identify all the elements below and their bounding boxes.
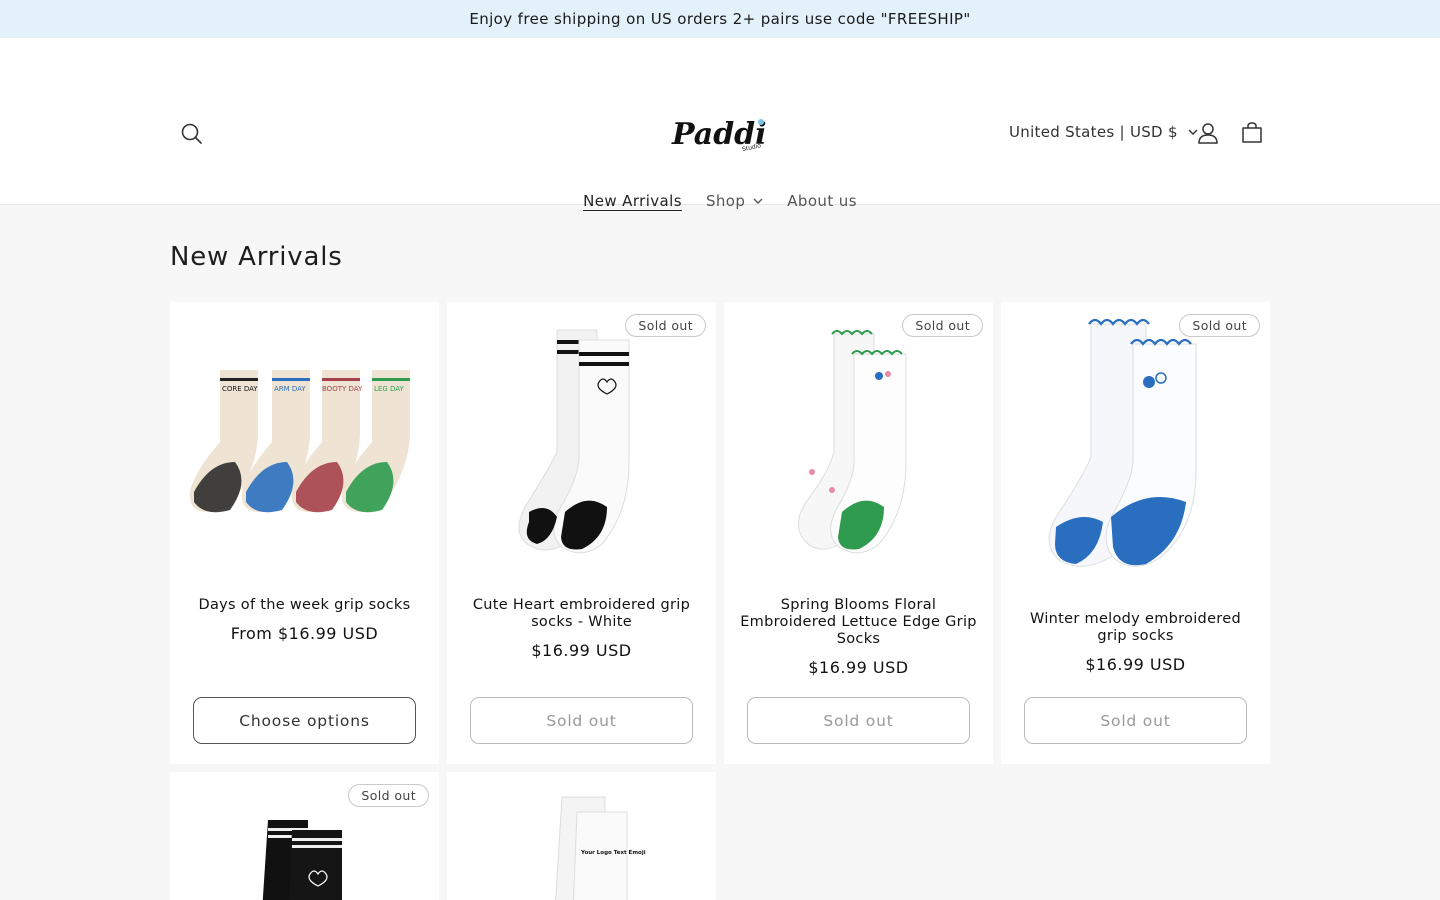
product-price: $16.99 USD xyxy=(531,641,632,660)
choose-options-button[interactable]: Choose options xyxy=(193,697,416,744)
svg-text:ARM DAY: ARM DAY xyxy=(274,385,306,393)
chevron-down-icon xyxy=(753,198,763,204)
product-title[interactable]: Cute Heart embroidered grip socks - Whit… xyxy=(461,597,702,631)
product-image[interactable]: Your Logo Text Emoji xyxy=(457,782,706,900)
product-card[interactable]: CORE DAY ARM DAY BOOTY DAY LEG DAY Days … xyxy=(170,302,439,764)
product-card[interactable]: Sold out Winter melody embroidered grip … xyxy=(1001,302,1270,764)
search-icon[interactable] xyxy=(178,120,206,148)
sold-out-button[interactable]: Sold out xyxy=(747,697,970,744)
product-card[interactable]: Your Logo Text Emoji xyxy=(447,772,716,900)
locale-label: United States | USD $ xyxy=(1009,123,1178,141)
product-card[interactable]: Sold out xyxy=(170,772,439,900)
main-nav: New Arrivals Shop About us xyxy=(0,192,1440,210)
product-title[interactable]: Winter melody embroidered grip socks xyxy=(1015,611,1256,645)
sold-out-button[interactable]: Sold out xyxy=(470,697,693,744)
product-price: From $16.99 USD xyxy=(230,624,379,643)
product-image[interactable] xyxy=(734,312,983,582)
nav-shop[interactable]: Shop xyxy=(694,192,775,210)
product-image[interactable] xyxy=(457,312,706,582)
account-icon[interactable] xyxy=(1195,120,1221,146)
product-grid: CORE DAY ARM DAY BOOTY DAY LEG DAY Days … xyxy=(170,302,1270,900)
sold-out-button[interactable]: Sold out xyxy=(1024,697,1247,744)
announcement-bar: Enjoy free shipping on US orders 2+ pair… xyxy=(0,0,1440,38)
site-header: Paddi Studio United States | USD $ New A… xyxy=(0,38,1440,210)
product-card[interactable]: Sold out Spring Blooms Floral Embroidere… xyxy=(724,302,993,764)
svg-text:LEG DAY: LEG DAY xyxy=(374,385,404,393)
announcement-text: Enjoy free shipping on US orders 2+ pair… xyxy=(469,10,971,28)
product-title[interactable]: Days of the week grip socks xyxy=(184,597,425,614)
product-image[interactable]: CORE DAY ARM DAY BOOTY DAY LEG DAY xyxy=(180,312,429,582)
product-price: $16.99 USD xyxy=(1085,655,1186,674)
product-card[interactable]: Sold out Cute Heart embroidered grip soc… xyxy=(447,302,716,764)
nav-about-us[interactable]: About us xyxy=(775,192,869,210)
product-title[interactable]: Spring Blooms Floral Embroidered Lettuce… xyxy=(738,597,979,648)
nav-new-arrivals[interactable]: New Arrivals xyxy=(571,192,694,210)
locale-selector[interactable]: United States | USD $ xyxy=(1009,123,1198,141)
product-image[interactable] xyxy=(180,782,429,900)
page-title: New Arrivals xyxy=(170,242,343,272)
svg-text:BOOTY DAY: BOOTY DAY xyxy=(322,385,363,393)
product-price: $16.99 USD xyxy=(808,658,909,677)
svg-text:Your Logo Text Emoji: Your Logo Text Emoji xyxy=(580,850,646,856)
svg-text:CORE DAY: CORE DAY xyxy=(222,385,258,393)
product-image[interactable] xyxy=(1011,312,1260,582)
cart-icon[interactable] xyxy=(1239,120,1265,146)
site-logo[interactable]: Paddi Studio xyxy=(668,110,772,154)
